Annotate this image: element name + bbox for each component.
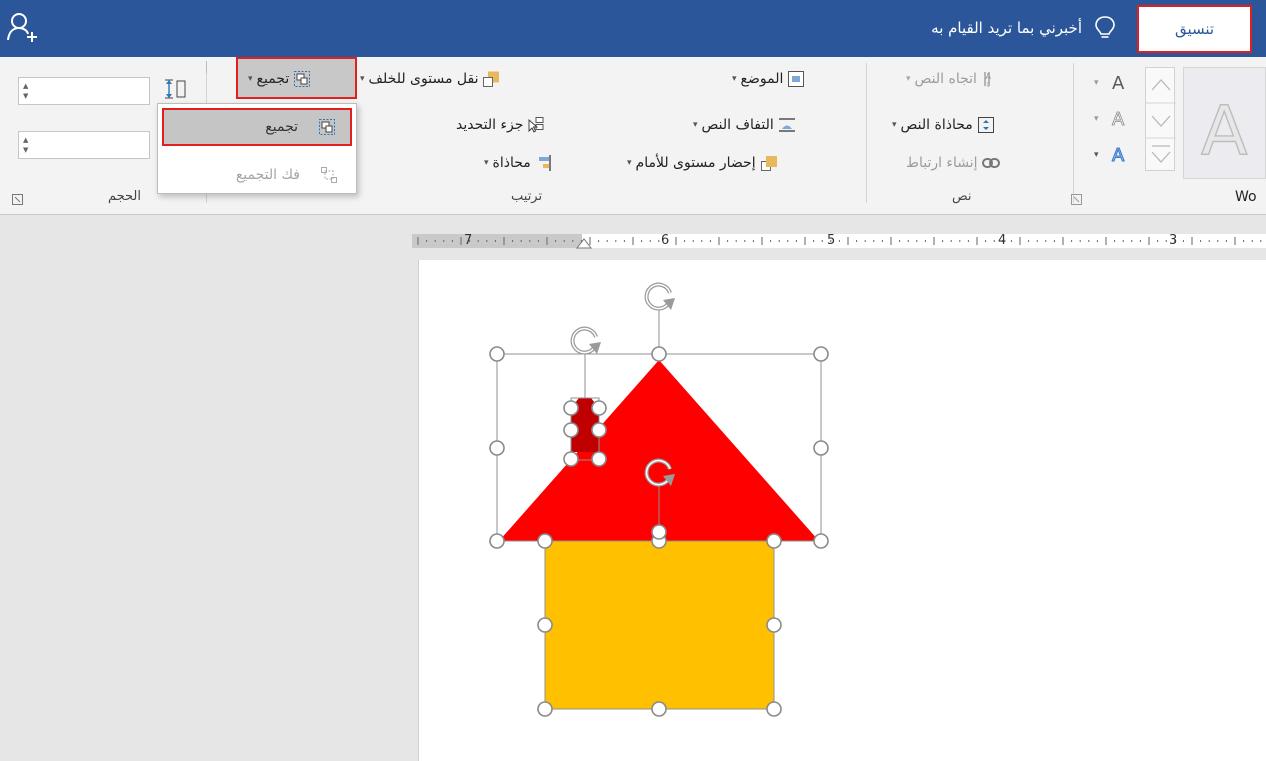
svg-text:▾: ▾ [1094, 150, 1099, 160]
align-text-button[interactable]: محاذاة النص ▾ [892, 113, 995, 137]
send-backward-icon [483, 71, 500, 87]
shape-height-input[interactable]: ▲ ▼ [18, 77, 150, 105]
resize-handle[interactable] [537, 533, 553, 549]
tell-me-text: أخبرني بما تريد القيام به [931, 19, 1082, 37]
resize-handle[interactable] [651, 346, 667, 362]
indent-marker-icon [575, 238, 593, 249]
text-outline-icon: A [1112, 109, 1125, 130]
menu-item-ungroup[interactable]: فك التجميع [162, 156, 352, 194]
resize-handle[interactable] [489, 346, 505, 362]
tell-me-box[interactable]: أخبرني بما تريد القيام به [931, 14, 1116, 42]
bring-forward-button[interactable]: إحضار مستوى للأمام ▾ [627, 151, 778, 175]
group-objects-icon [319, 119, 335, 135]
ruler-number: 3 [1169, 233, 1178, 248]
wrap-text-icon [778, 118, 795, 132]
ruler-number: 4 [998, 233, 1007, 248]
resize-handle[interactable] [813, 346, 829, 362]
lightbulb-icon [1095, 16, 1115, 38]
text-effects-icon: A [1112, 145, 1125, 166]
rotate-icon[interactable] [570, 326, 601, 355]
selection-pane-icon [528, 117, 544, 133]
resize-handle[interactable] [563, 400, 579, 416]
resize-handle[interactable] [651, 524, 667, 540]
wordart-letter-icon: A [1200, 91, 1248, 171]
text-direction-button[interactable]: A ⇩ اتجاه النص ▾ [906, 67, 999, 91]
wordart-group-label: Wo [1235, 189, 1257, 205]
shape-width-input[interactable]: ▲ ▼ [18, 131, 150, 159]
title-bar: أخبرني بما تريد القيام به تنسيق [0, 0, 1266, 57]
wordart-format-buttons: ▾ A ▾ A ▾ A [1086, 69, 1138, 169]
resize-handle[interactable] [766, 701, 782, 717]
resize-handle[interactable] [591, 400, 607, 416]
ruler-number: 7 [464, 233, 473, 248]
text-direction-icon: A⇩ [984, 72, 991, 88]
shape-height-icon [165, 79, 186, 99]
menu-item-group[interactable]: تجميع [162, 108, 352, 146]
send-backward-button[interactable]: نقل مستوى للخلف ▾ [360, 67, 500, 91]
wrap-text-button[interactable]: التفاف النص ▾ [693, 113, 796, 137]
bring-forward-icon [760, 156, 777, 171]
ungroup-objects-icon [321, 167, 337, 183]
svg-text:▾: ▾ [1094, 114, 1099, 124]
resize-handle[interactable] [591, 451, 607, 467]
align-objects-icon [538, 155, 551, 171]
create-link-button[interactable]: إنشاء ارتباط [906, 151, 1000, 175]
resize-handle[interactable] [563, 451, 579, 467]
position-icon [788, 71, 805, 87]
tab-format[interactable]: تنسيق [1137, 5, 1252, 53]
share-user-icon[interactable] [6, 10, 40, 44]
resize-handle[interactable] [591, 422, 607, 438]
align-button[interactable]: محاذاة ▾ [484, 151, 553, 175]
align-text-icon [977, 117, 994, 133]
resize-handle[interactable] [651, 701, 667, 717]
house-body-shape[interactable] [544, 540, 775, 710]
group-objects-icon [294, 71, 311, 87]
document-page[interactable] [418, 260, 1266, 761]
resize-handle[interactable] [813, 533, 829, 549]
resize-handle[interactable] [766, 617, 782, 633]
text-fill-icon: A [1112, 73, 1125, 94]
svg-text:▾: ▾ [1094, 78, 1099, 88]
group-dropdown-menu: تجميع فك التجميع [157, 103, 357, 194]
svg-text:A: A [1201, 92, 1248, 171]
wordart-dialog-launcher-icon[interactable] [1071, 194, 1082, 205]
arrange-group-label: ترتيب [511, 189, 543, 204]
ruler-number: 5 [827, 233, 836, 248]
text-group-label: نص [952, 189, 972, 204]
horizontal-ruler[interactable]: 7 6 5 4 3 [0, 216, 1266, 260]
svg-text:A: A [985, 72, 991, 81]
size-dialog-launcher-icon[interactable] [12, 194, 23, 205]
resize-handle[interactable] [537, 617, 553, 633]
resize-handle[interactable] [563, 422, 579, 438]
resize-handle[interactable] [766, 533, 782, 549]
gallery-scroll[interactable] [1145, 67, 1176, 171]
size-group-label: الحجم [108, 189, 142, 204]
ruler-number: 6 [661, 233, 670, 248]
link-icon [981, 158, 1000, 168]
group-button[interactable]: تجميع ▾ [248, 67, 311, 91]
resize-handle[interactable] [489, 440, 505, 456]
wordart-style-gallery[interactable]: A [1183, 67, 1266, 179]
resize-handle[interactable] [813, 440, 829, 456]
resize-handle[interactable] [537, 701, 553, 717]
selection-pane-button[interactable]: جزء التحديد [456, 113, 545, 137]
rotate-icon[interactable] [644, 282, 675, 311]
svg-text:⇩: ⇩ [985, 81, 991, 88]
position-button[interactable]: الموضع ▾ [732, 67, 805, 91]
resize-handle[interactable] [489, 533, 505, 549]
